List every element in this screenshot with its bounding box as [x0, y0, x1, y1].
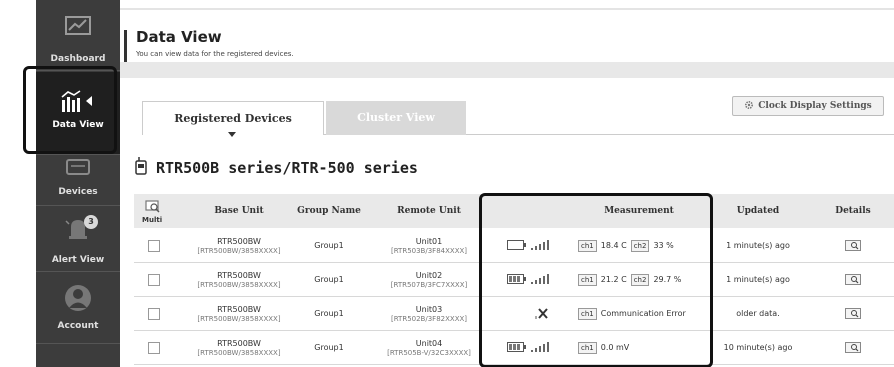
no-signal-icon — [535, 307, 549, 321]
base-unit-name: RTR500BW — [217, 304, 261, 314]
gear-icon — [744, 100, 754, 113]
active-tab-caret-icon — [228, 132, 236, 137]
row-select-checkbox[interactable] — [148, 239, 160, 252]
base-unit-serial: [RTR500BW/3858XXXX] — [197, 246, 281, 255]
remote-unit-serial: [RTR507B/3FC7XXXX] — [390, 280, 468, 289]
group-name: Group1 — [314, 241, 344, 250]
updated-time: 10 minute(s) ago — [723, 343, 793, 352]
tab-registered-devices[interactable]: Registered Devices — [142, 101, 324, 135]
remote-unit-name: Unit01 — [415, 236, 443, 246]
account-icon — [36, 283, 120, 311]
sidebar-item-dashboard[interactable]: Dashboard — [36, 0, 120, 71]
multi-label: Multi — [142, 216, 163, 224]
signal-strength-icon — [531, 341, 549, 354]
tab-cluster-view[interactable]: Cluster View — [326, 101, 466, 135]
row-select-checkbox[interactable] — [148, 307, 160, 320]
page-subtitle: You can view data for the registered dev… — [136, 50, 294, 58]
details-magnifier-icon[interactable] — [845, 342, 861, 353]
title-accent-bar — [124, 30, 127, 64]
table-row: RTR500BW [RTR500BW/3858XXXX] Group1 Unit… — [134, 229, 894, 263]
details-magnifier-icon[interactable] — [845, 308, 861, 319]
clock-display-settings-label: Clock Display Settings — [758, 101, 872, 111]
dashboard-icon — [36, 14, 120, 40]
series-heading-text: RTR500B series/RTR-500 series — [156, 159, 418, 177]
table-header: Multi Base Unit Group Name Remote Unit M… — [134, 194, 894, 228]
sidebar-item-account[interactable]: Account — [36, 273, 120, 344]
column-header-details: Details — [835, 206, 871, 216]
channel-2-tag: ch2 — [630, 273, 650, 286]
column-header-remote-unit: Remote Unit — [397, 206, 461, 216]
channel-1-tag: ch1 — [578, 341, 597, 354]
page-title: Data View — [136, 28, 222, 46]
base-unit-name: RTR500BW — [217, 338, 261, 348]
group-name: Group1 — [314, 309, 344, 318]
clock-display-settings-button[interactable]: Clock Display Settings — [732, 96, 884, 116]
sidebar-item-alert-view[interactable]: 3 Alert View — [36, 207, 120, 272]
battery-full-icon — [507, 341, 527, 354]
remote-unit-name: Unit02 — [415, 270, 443, 280]
multi-select-icon — [145, 200, 161, 217]
alert-bell-icon — [36, 213, 120, 239]
base-unit-serial: [RTR500BW/3858XXXX] — [197, 314, 281, 323]
column-header-base-unit: Base Unit — [214, 206, 264, 216]
remote-unit-name: Unit03 — [415, 304, 443, 314]
remote-unit-serial: [RTR505B-V/32C3XXXX] — [387, 348, 471, 357]
base-unit-name: RTR500BW — [217, 236, 261, 246]
sidebar-item-label: Dashboard — [50, 54, 106, 64]
channel-2-value: 29.7 % — [653, 275, 682, 284]
channel-2-tag: ch2 — [630, 239, 650, 252]
remote-unit-serial: [RTR502B/3F82XXXX] — [390, 314, 468, 323]
details-magnifier-icon[interactable] — [845, 240, 861, 251]
updated-time: 1 minute(s) ago — [726, 275, 790, 284]
channel-1-value: 0.0 mV — [600, 343, 630, 352]
signal-strength-icon — [531, 239, 549, 252]
column-header-measurement: Measurement — [604, 206, 674, 216]
updated-time: 1 minute(s) ago — [726, 241, 790, 250]
sidebar-item-label: Data View — [52, 120, 104, 130]
multi-select-header[interactable]: Multi — [140, 194, 166, 228]
sidebar-item-label: Account — [57, 321, 99, 331]
row-select-checkbox[interactable] — [148, 273, 160, 286]
channel-1-value: 21.2 C — [600, 275, 627, 284]
group-name: Group1 — [314, 275, 344, 284]
base-unit-serial: [RTR500BW/3858XXXX] — [197, 348, 281, 357]
row-select-checkbox[interactable] — [148, 341, 160, 354]
sidebar-item-label: Alert View — [51, 255, 105, 265]
column-header-group-name: Group Name — [297, 206, 361, 216]
channel-1-tag: ch1 — [578, 239, 597, 252]
details-magnifier-icon[interactable] — [845, 274, 861, 285]
channel-1-value: Communication Error — [600, 309, 686, 318]
alert-count-badge: 3 — [84, 215, 98, 229]
battery-low-icon — [507, 239, 527, 252]
channel-2-value: 33 % — [653, 241, 674, 250]
header-divider-band — [120, 62, 894, 78]
column-header-updated: Updated — [736, 206, 780, 216]
table-row: RTR500BW [RTR500BW/3858XXXX] Group1 Unit… — [134, 331, 894, 365]
table-row: RTR500BW [RTR500BW/3858XXXX] Group1 Unit… — [134, 263, 894, 297]
signal-strength-icon — [531, 273, 549, 286]
base-unit-name: RTR500BW — [217, 270, 261, 280]
data-view-icon — [36, 88, 120, 114]
remote-unit-name: Unit04 — [415, 338, 443, 348]
base-unit-serial: [RTR500BW/3858XXXX] — [197, 280, 281, 289]
sidebar-item-devices[interactable]: Devices — [36, 155, 120, 206]
table-row: RTR500BW [RTR500BW/3858XXXX] Group1 Unit… — [134, 297, 894, 331]
app: Dashboard Data View Devices 3 Alert View… — [0, 0, 894, 367]
updated-time: older data. — [736, 309, 780, 318]
device-logger-icon — [134, 157, 148, 179]
channel-1-value: 18.4 C — [600, 241, 627, 250]
sidebar-item-data-view[interactable]: Data View — [36, 72, 120, 155]
page-header: Data View You can view data for the regi… — [120, 8, 894, 64]
battery-full-icon — [507, 273, 527, 286]
sidebar-item-label: Devices — [58, 187, 98, 197]
devices-icon — [36, 157, 120, 183]
channel-1-tag: ch1 — [578, 273, 597, 286]
channel-1-tag: ch1 — [578, 307, 597, 320]
series-heading: RTR500B series/RTR-500 series — [134, 157, 418, 179]
remote-unit-serial: [RTR503B/3F84XXXX] — [390, 246, 468, 255]
sidebar: Dashboard Data View Devices 3 Alert View… — [36, 0, 120, 367]
group-name: Group1 — [314, 343, 344, 352]
